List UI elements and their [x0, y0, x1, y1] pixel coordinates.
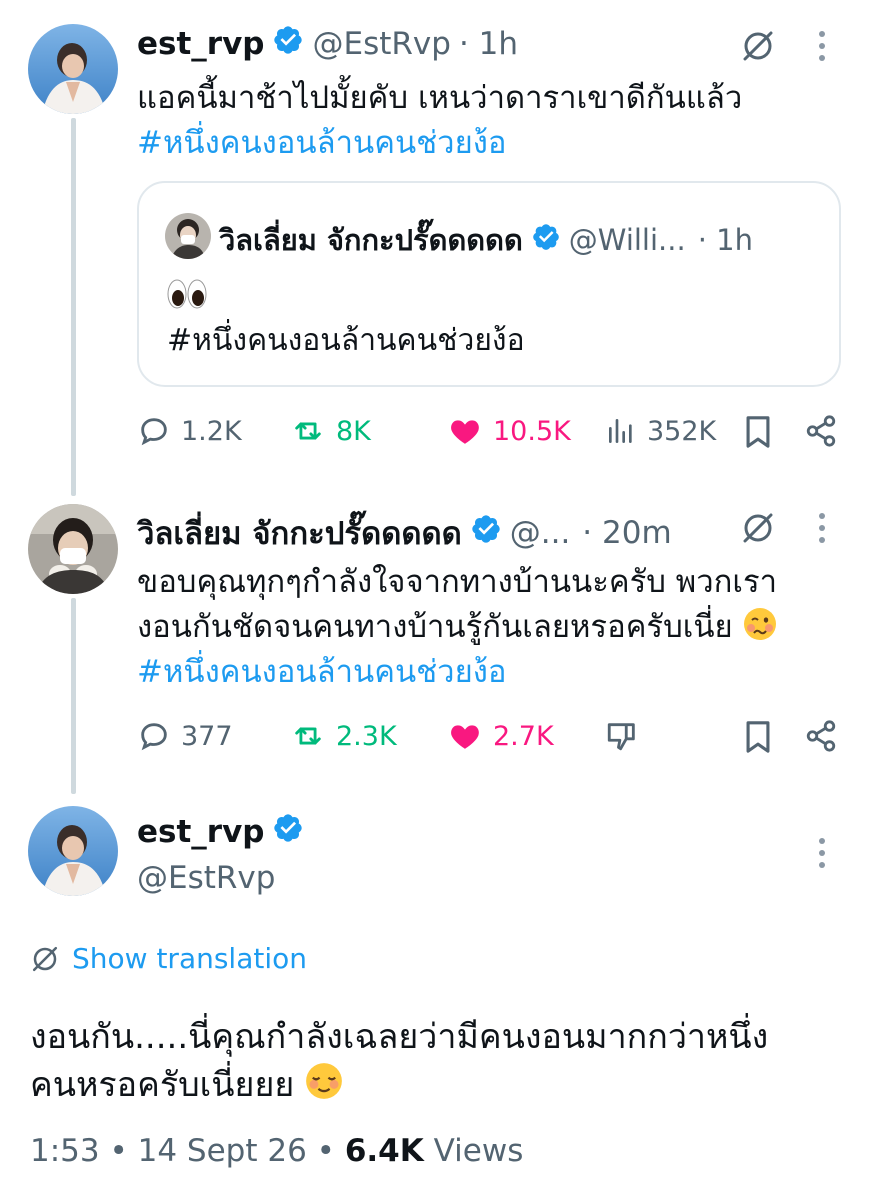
separator-dot: •	[316, 1133, 345, 1169]
display-name[interactable]: est_rvp	[137, 26, 264, 62]
show-translation-button[interactable]: Show translation	[30, 942, 307, 975]
verified-icon	[272, 24, 304, 64]
share-icon[interactable]	[804, 414, 838, 452]
quote-display-name: วิลเลี่ยม จักกะปรั๊ดดดดด	[219, 223, 523, 257]
avatar[interactable]	[28, 24, 118, 114]
tweet2-header: วิลเลี่ยม จักกะปรั๊ดดดดด @... · 20m	[137, 508, 672, 558]
views-label: Views	[433, 1133, 524, 1169]
handle[interactable]: @EstRvp	[137, 856, 275, 900]
like-count: 10.5K	[493, 415, 571, 447]
quote-handle: @Willi...	[568, 223, 686, 257]
dislike-icon[interactable]	[605, 719, 639, 757]
view-count: 352K	[647, 415, 717, 447]
more-options-icon[interactable]	[819, 838, 827, 874]
avatar[interactable]	[28, 504, 118, 594]
handle[interactable]: @...	[510, 515, 571, 551]
repost-count: 8K	[336, 415, 371, 447]
translate-icon	[32, 946, 58, 971]
like-count: 2.7K	[493, 720, 554, 752]
reply-count: 1.2K	[181, 415, 242, 447]
quote-avatar	[165, 213, 211, 259]
timestamp[interactable]: · 1h	[459, 26, 518, 62]
hashtag-link[interactable]: #หนึ่งคนงอนล้านคนช่วยง้อ	[137, 121, 507, 165]
main-tweet-text-line1: งอนกัน.....นี่คุณกำลังเฉลยว่ามีคนงอนมากก…	[30, 1017, 769, 1057]
relieved-face-emoji-icon	[305, 1062, 343, 1113]
quote-timestamp: · 1h	[697, 223, 753, 257]
quoted-tweet[interactable]: วิลเลี่ยม จักกะปรั๊ดดดดด @Willi... · 1h …	[137, 181, 841, 387]
post-date: 14 Sept 26	[137, 1133, 307, 1169]
translate-icon[interactable]	[740, 510, 776, 550]
bookmark-icon[interactable]	[743, 720, 773, 758]
eyes-emoji-icon	[167, 278, 207, 314]
show-translation-label: Show translation	[72, 942, 308, 975]
verified-icon	[272, 812, 304, 852]
bookmark-icon[interactable]	[743, 415, 773, 453]
like-button[interactable]: 10.5K	[447, 414, 571, 448]
handle[interactable]: @EstRvp	[312, 26, 450, 62]
display-name[interactable]: วิลเลี่ยม จักกะปรั๊ดดดดด	[137, 508, 462, 558]
separator-dot: •	[109, 1133, 138, 1169]
share-icon[interactable]	[804, 719, 838, 757]
main-tweet-text-line2-row: คนหรอครับเนี่ยยย	[30, 1061, 343, 1113]
main-tweet-header: est_rvp	[137, 812, 312, 852]
tweet-text: แอคนี้มาช้าไปมั้ยคับ เหนว่าดาราเขาดีกันแ…	[137, 80, 743, 116]
repost-button[interactable]: 2.3K	[290, 719, 397, 753]
tweet-text-line2: งอนกันชัดจนคนทางบ้านรู้กันเลยหรอครับเนี่…	[137, 609, 733, 645]
tweet-text-line1: ขอบคุณทุกๆกำลังใจจากทางบ้านนะครับ พวกเรา	[137, 564, 778, 600]
more-options-icon[interactable]	[819, 31, 827, 67]
repost-button[interactable]: 8K	[290, 414, 371, 448]
quote-hashtag: #หนึ่งคนงอนล้านคนช่วยง้อ	[167, 323, 525, 358]
post-time: 1:53	[30, 1133, 100, 1169]
hashtag-link[interactable]: #หนึ่งคนงอนล้านคนช่วยง้อ	[137, 650, 507, 694]
woozy-face-emoji-icon	[743, 607, 777, 653]
views-count: 6.4K	[344, 1133, 424, 1169]
reply-count: 377	[181, 720, 233, 752]
thread-line-1	[71, 118, 76, 496]
reply-button[interactable]: 1.2K	[137, 414, 242, 448]
timestamp[interactable]: · 20m	[582, 515, 671, 551]
tweet-meta: 1:53 • 14 Sept 26 • 6.4K Views	[30, 1133, 523, 1169]
thread-line-2	[71, 598, 76, 794]
like-button[interactable]: 2.7K	[447, 719, 554, 753]
display-name[interactable]: est_rvp	[137, 814, 264, 850]
more-options-icon[interactable]	[819, 513, 827, 549]
avatar[interactable]	[28, 806, 118, 896]
main-tweet-text-line2: คนหรอครับเนี่ยยย	[30, 1065, 295, 1105]
verified-icon	[531, 222, 561, 259]
quote-header: วิลเลี่ยม จักกะปรั๊ดดดดด @Willi... · 1h	[219, 217, 753, 263]
tweet-text-line2-row: งอนกันชัดจนคนทางบ้านรู้กันเลยหรอครับเนี่…	[137, 605, 777, 653]
views-button[interactable]: 352K	[605, 414, 716, 448]
repost-count: 2.3K	[336, 720, 397, 752]
translate-icon[interactable]	[740, 28, 776, 68]
verified-icon	[470, 513, 502, 553]
reply-button[interactable]: 377	[137, 719, 233, 753]
tweet1-header: est_rvp @EstRvp · 1h	[137, 24, 518, 64]
